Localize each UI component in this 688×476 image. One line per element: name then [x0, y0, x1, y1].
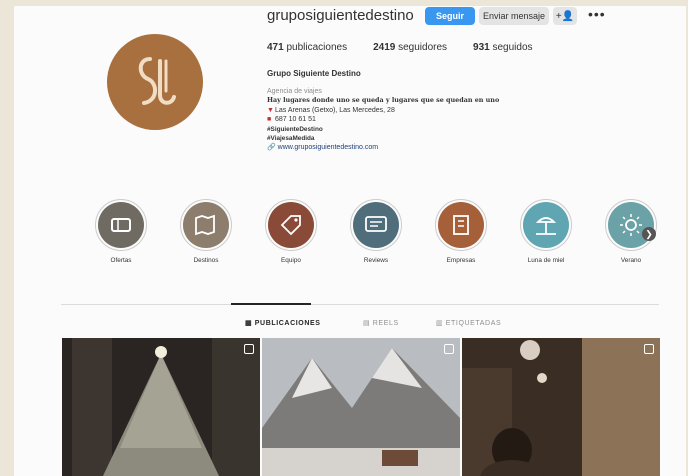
christmas-market-post[interactable]	[462, 338, 660, 476]
highlight-ring	[95, 199, 147, 251]
profile-page: gruposiguientedestino Seguir Enviar mens…	[14, 6, 686, 476]
highlight-cover	[353, 202, 399, 248]
reel-icon	[444, 344, 454, 354]
bio-address: ▼Las Arenas (Getxo), Las Mercedes, 28	[267, 106, 395, 114]
tagged-icon: ▥	[436, 320, 444, 327]
highlights-next-icon[interactable]: ❯	[642, 227, 656, 241]
highlight-destinos[interactable]: Destinos	[176, 199, 236, 264]
tag-icon	[280, 215, 301, 236]
highlight-ofertas[interactable]: Ofertas	[91, 199, 151, 264]
suggest-user-button[interactable]: +👤	[553, 7, 577, 25]
posts-count[interactable]: 471 publicaciones	[267, 42, 347, 53]
story-highlights: Ofertas Destinos Equipo Reviews Empresas Luna…	[91, 199, 681, 269]
following-count[interactable]: 931 seguidos	[473, 42, 533, 53]
snowy-mountain-post[interactable]	[262, 338, 460, 476]
highlight-label: Equipo	[281, 257, 301, 264]
tabs-divider	[61, 304, 659, 305]
ticket-icon	[111, 218, 131, 232]
map-icon	[195, 214, 215, 236]
hashtag-siguientedestino[interactable]: #SiguienteDestino	[267, 125, 597, 134]
highlight-cover	[438, 202, 484, 248]
location-pin-icon: ▼	[267, 106, 274, 114]
tab-publicaciones[interactable]: ▦ PUBLICACIONES	[245, 319, 321, 327]
highlight-equipo[interactable]: Equipo	[261, 199, 321, 264]
bio-tagline: Hay lugares donde uno se queda y lugares…	[267, 96, 500, 105]
add-user-icon: +👤	[555, 10, 575, 22]
highlight-label: Ofertas	[110, 257, 132, 264]
highlight-cover	[523, 202, 569, 248]
highlight-label: Reviews	[363, 257, 389, 264]
link-icon: 🔗	[267, 144, 276, 152]
highlight-cover	[98, 202, 144, 248]
christmas-tree-image	[62, 338, 260, 476]
review-icon	[365, 216, 387, 232]
highlight-cover	[268, 202, 314, 248]
highlight-ring	[180, 199, 232, 251]
profile-username: gruposiguientedestino	[267, 7, 414, 24]
bio-phone: ■ 687 10 61 51	[267, 116, 316, 124]
highlight-ring	[265, 199, 317, 251]
highlight-empresas[interactable]: Empresas	[431, 199, 491, 264]
more-options-icon[interactable]: •••	[588, 6, 606, 22]
posts-grid	[62, 338, 662, 476]
profile-avatar[interactable]	[107, 34, 203, 130]
hashtag-viajesamedida[interactable]: #ViajesaMedida	[267, 134, 597, 143]
phone-icon: ■	[267, 116, 272, 124]
building-icon	[453, 215, 469, 235]
tab-reels[interactable]: ▤ REELS	[363, 319, 399, 327]
highlight-label: Empresas	[446, 257, 476, 264]
sun-icon	[620, 214, 642, 236]
tab-etiquetadas[interactable]: ▥ ETIQUETADAS	[436, 319, 501, 327]
profile-bio: Agencia de viajes Hay lugares donde uno …	[267, 87, 597, 153]
follow-button[interactable]: Seguir	[425, 7, 475, 25]
profile-stats: 471 publicaciones 2419 seguidores 931 se…	[267, 42, 559, 53]
highlight-label: Luna de miel	[527, 257, 565, 264]
highlight-label: Destinos	[193, 257, 219, 264]
highlight-ring	[435, 199, 487, 251]
grid-icon: ▦	[245, 320, 253, 327]
multi-image-icon	[644, 344, 654, 354]
highlight-cover	[608, 202, 654, 248]
highlight-cover	[183, 202, 229, 248]
highlight-luna-de-miel[interactable]: Luna de miel	[516, 199, 576, 264]
send-message-button[interactable]: Enviar mensaje	[479, 7, 549, 25]
christmas-tree-post[interactable]	[62, 338, 260, 476]
highlight-ring	[350, 199, 402, 251]
profile-category: Agencia de viajes	[267, 88, 322, 95]
highlight-reviews[interactable]: Reviews	[346, 199, 406, 264]
profile-full-name: Grupo Siguiente Destino	[267, 69, 361, 78]
active-tab-indicator	[231, 303, 311, 305]
followers-count[interactable]: 2419 seguidores	[373, 42, 447, 53]
christmas-market-image	[462, 338, 660, 476]
beach-icon	[535, 217, 557, 235]
brand-logo-icon	[138, 57, 176, 105]
reels-icon: ▤	[363, 320, 371, 327]
website-link[interactable]: 🔗 www.gruposiguientedestino.com	[267, 143, 597, 152]
snowy-mountain-image	[262, 338, 460, 476]
multi-image-icon	[244, 344, 254, 354]
highlight-ring	[605, 199, 657, 251]
highlight-ring	[520, 199, 572, 251]
highlight-label: Verano	[620, 257, 642, 264]
